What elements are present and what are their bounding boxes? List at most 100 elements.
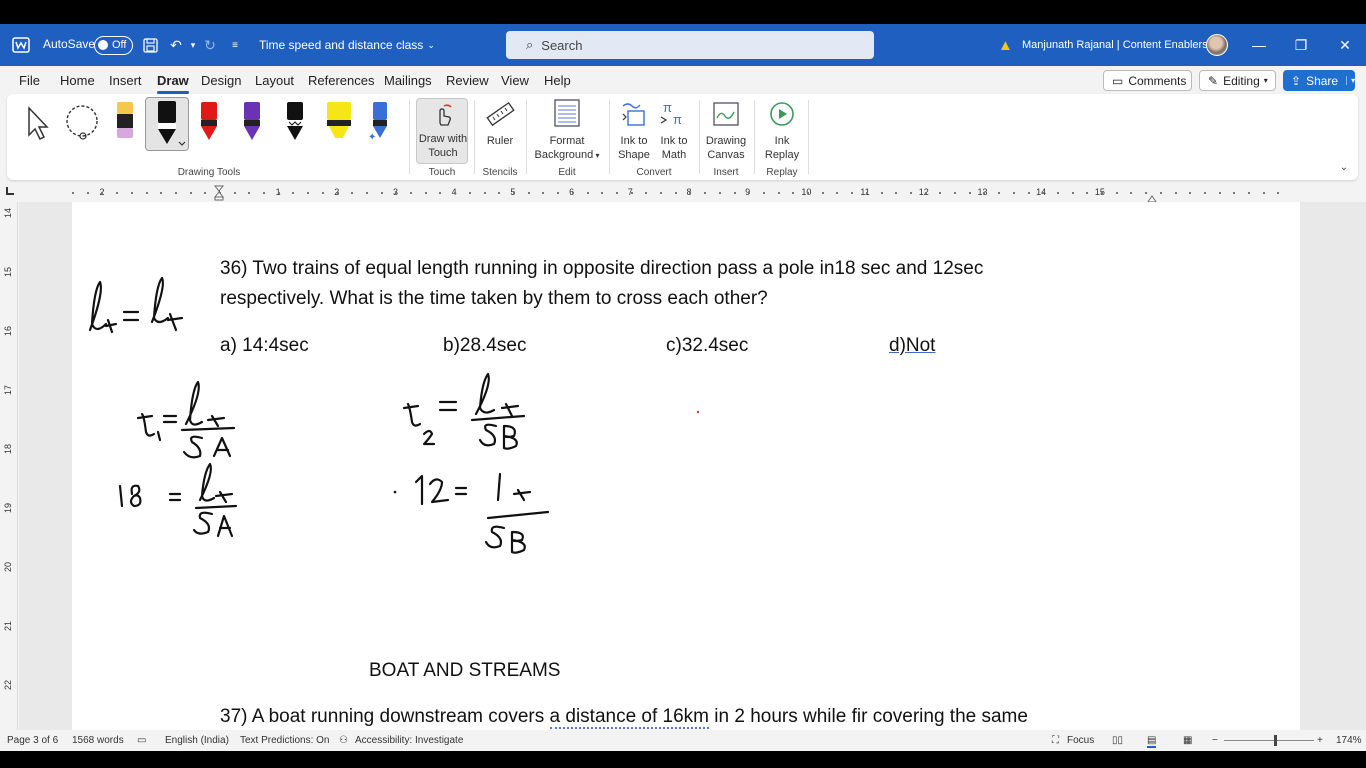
lasso-select-icon[interactable] [62, 104, 102, 142]
document-title[interactable]: Time speed and distance class ⌄ [259, 38, 435, 52]
focus-icon[interactable]: ⛶ [1052, 735, 1059, 746]
ink-stroke [206, 414, 226, 428]
ruler-icon[interactable] [485, 100, 515, 130]
document-title-text: Time speed and distance class [259, 38, 424, 52]
accessibility-icon[interactable]: ⚇ [339, 735, 348, 746]
ruler-tick [484, 192, 486, 194]
ink-stroke [422, 429, 436, 446]
format-background-icon[interactable] [553, 98, 581, 128]
comments-button[interactable]: ▭ Comments [1103, 70, 1192, 91]
ruler-tick [1013, 192, 1015, 194]
print-layout-icon[interactable]: ▤ [1147, 735, 1157, 748]
editing-button[interactable]: ✎ Editing ▾ [1199, 70, 1276, 91]
group-separator [609, 100, 610, 174]
ink-to-math-label[interactable]: Ink to Math [653, 134, 695, 162]
tab-mailings[interactable]: Mailings [384, 73, 432, 88]
share-button[interactable]: ⇪ Share ▾ [1283, 70, 1355, 91]
pen-galaxy-icon[interactable] [284, 100, 306, 142]
document-page[interactable]: 36) Two trains of equal length running i… [72, 202, 1300, 730]
tab-references[interactable]: References [308, 73, 374, 88]
eraser-icon[interactable] [114, 100, 136, 142]
collapse-ribbon-icon[interactable]: ⌄ [1337, 160, 1351, 174]
tab-layout[interactable]: Layout [255, 73, 294, 88]
tab-home[interactable]: Home [60, 73, 95, 88]
focus-label[interactable]: Focus [1067, 735, 1094, 746]
tab-insert[interactable]: Insert [109, 73, 142, 88]
zoom-slider-thumb[interactable] [1274, 735, 1277, 746]
zoom-level[interactable]: 174% [1336, 735, 1362, 746]
ruler-tick [660, 192, 662, 194]
select-objects-icon[interactable] [23, 104, 53, 142]
right-indent-marker-icon[interactable] [1147, 190, 1157, 203]
undo-dropdown-icon[interactable]: ▾ [184, 36, 202, 54]
format-background-label[interactable]: Format Background ▾ [529, 134, 605, 163]
autosave-toggle[interactable]: Off [94, 36, 133, 55]
indent-marker-icon[interactable] [213, 185, 225, 201]
close-icon[interactable]: ✕ [1334, 34, 1356, 56]
word-count[interactable]: 1568 words [72, 735, 124, 746]
read-mode-icon[interactable]: ▯▯ [1112, 735, 1123, 746]
vruler-number: 22 [3, 679, 14, 691]
tab-design[interactable]: Design [201, 73, 241, 88]
ink-stroke [192, 511, 214, 535]
ruler-tick [763, 192, 765, 194]
ruler-tick [410, 192, 412, 194]
ruler-tick [498, 192, 500, 194]
minimize-icon[interactable]: — [1248, 34, 1270, 56]
ruler-tick [322, 192, 324, 194]
redo-icon[interactable]: ↻ [201, 36, 219, 54]
highlighter-yellow-icon[interactable] [325, 100, 353, 142]
zoom-slider[interactable] [1224, 735, 1314, 746]
pen-black-selected[interactable] [145, 97, 189, 151]
undo-icon[interactable]: ↶ [167, 36, 185, 54]
horizontal-ruler[interactable]: 21123456789101112131415 [0, 184, 1366, 203]
proofing-icon[interactable]: ▭ [137, 735, 146, 746]
ink-to-shape-label[interactable]: Ink to Shape [613, 134, 655, 162]
drawing-canvas-label[interactable]: Drawing Canvas [703, 134, 749, 162]
ruler-tick [1175, 192, 1177, 194]
ruler-tick [72, 192, 74, 194]
tab-file[interactable]: File [19, 73, 40, 88]
user-name[interactable]: Manjunath Rajanal | Content Enablers [1022, 39, 1208, 51]
tab-stop-icon[interactable] [6, 187, 14, 195]
tab-review[interactable]: Review [446, 73, 489, 88]
tab-draw[interactable]: Draw [157, 73, 189, 94]
zoom-out-icon[interactable]: − [1212, 735, 1218, 746]
ink-stroke [180, 426, 236, 432]
customize-toolbar-icon[interactable]: ≡ [226, 36, 244, 54]
ink-replay-label[interactable]: Ink Replay [759, 134, 805, 162]
warning-icon[interactable]: ▲ [998, 37, 1013, 54]
ruler-tick [160, 192, 162, 194]
tab-help[interactable]: Help [544, 73, 571, 88]
zoom-in-icon[interactable]: + [1317, 735, 1323, 746]
document-canvas[interactable]: 36) Two trains of equal length running i… [19, 202, 1366, 730]
ink-to-shape-icon[interactable] [620, 100, 648, 128]
ink-stroke [194, 504, 238, 510]
toggle-knob [98, 40, 108, 50]
drawing-canvas-icon[interactable] [712, 100, 740, 128]
language[interactable]: English (India) [165, 735, 229, 746]
restore-icon[interactable]: ❐ [1290, 34, 1312, 56]
save-icon[interactable] [141, 36, 159, 54]
pen-blue-sparkle-icon[interactable]: ✦ [368, 100, 390, 143]
accessibility-status[interactable]: Accessibility: Investigate [355, 735, 463, 746]
ruler-tick [631, 192, 633, 194]
text-predictions[interactable]: Text Predictions: On [240, 735, 329, 746]
ruler-tick [1189, 192, 1191, 194]
tab-view[interactable]: View [501, 73, 529, 88]
ruler-tick [822, 192, 824, 194]
vruler-number: 15 [3, 266, 14, 278]
ruler-tick [1263, 192, 1265, 194]
ruler-label[interactable]: Ruler [477, 134, 523, 148]
draw-with-touch-button[interactable]: Draw with Touch [416, 98, 468, 164]
group-separator [808, 100, 809, 174]
pen-purple-icon[interactable] [241, 100, 263, 142]
vertical-ruler[interactable]: 14 15 16 17 18 19 20 21 22 [0, 202, 18, 730]
ink-to-math-icon[interactable]: ππ [659, 100, 687, 128]
page-count[interactable]: Page 3 of 6 [7, 735, 58, 746]
ink-replay-icon[interactable] [768, 100, 796, 128]
web-layout-icon[interactable]: ▦ [1183, 735, 1192, 746]
search-box[interactable]: ⌕ Search [506, 31, 874, 59]
pen-red-icon[interactable] [198, 100, 220, 142]
avatar[interactable] [1206, 34, 1228, 56]
